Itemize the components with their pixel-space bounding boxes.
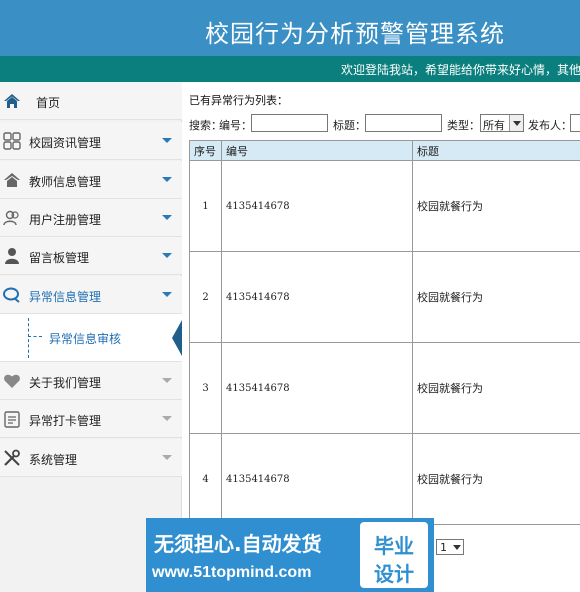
- chevron-down-icon: [162, 138, 172, 143]
- table-row[interactable]: 4 4135414678 校园就餐行为: [189, 433, 580, 525]
- tree-branch: [28, 336, 42, 337]
- type-select[interactable]: 所有: [480, 114, 524, 132]
- sidebar-item-label: 异常打卡管理: [29, 414, 102, 428]
- app-title: 校园行为分析预警管理系统: [205, 20, 505, 48]
- search-label: 搜索：: [189, 119, 222, 132]
- watermark-banner: 无须担心.自动发货 www.51topmind.com 毕业 设计: [146, 518, 434, 592]
- sidebar-item-users[interactable]: 用户注册管理: [0, 199, 182, 237]
- row-code: 4135414678: [221, 160, 413, 252]
- sidebar-item-system[interactable]: 系统管理: [0, 439, 182, 477]
- page-select-value: 1: [440, 541, 447, 554]
- chevron-down-icon: [162, 253, 172, 258]
- sidebar-item-label: 留言板管理: [29, 251, 90, 265]
- sidebar-item-news[interactable]: 校园资讯管理: [0, 122, 182, 160]
- publisher-label: 发布人：: [528, 119, 572, 132]
- row-number: 1: [189, 160, 222, 252]
- type-select-value: 所有: [483, 119, 505, 132]
- sidebar: 首页 校园资讯管理 教师信息管理 用户注册管理 留言板管理 异常信息管理 异常信…: [0, 82, 182, 592]
- column-header: 序号: [189, 140, 222, 161]
- code-label: 编号：: [219, 119, 252, 132]
- chevron-down-icon: [162, 215, 172, 220]
- sidebar-item-label: 用户注册管理: [29, 213, 102, 227]
- watermark-slogan: 无须担心.自动发货: [154, 532, 322, 556]
- chevron-down-icon: [451, 540, 463, 554]
- sidebar-item-label: 关于我们管理: [29, 376, 102, 390]
- row-title: 校园就餐行为: [412, 433, 580, 525]
- chevron-down-icon: [162, 416, 172, 421]
- column-header: 标题: [412, 140, 580, 161]
- watermark-url: www.51topmind.com: [152, 564, 312, 581]
- row-code: 4135414678: [221, 342, 413, 434]
- row-code: 4135414678: [221, 433, 413, 525]
- active-pointer-icon: [172, 320, 182, 356]
- row-code: 4135414678: [221, 251, 413, 343]
- page-select[interactable]: 1: [436, 539, 464, 555]
- grid-icon: [3, 132, 21, 150]
- column-header: 编号: [221, 140, 413, 161]
- sidebar-item-label: 首页: [36, 96, 61, 110]
- heart-icon: [4, 374, 20, 388]
- anomaly-table: 序号 编号 标题 1 4135414678 校园就餐行为 2 413541467…: [189, 140, 580, 525]
- table-header-row: 序号 编号 标题: [189, 140, 580, 161]
- sidebar-item-label: 教师信息管理: [29, 175, 102, 189]
- sidebar-item-home[interactable]: 首页: [0, 82, 182, 120]
- search-bar: 搜索： 编号： 标题： 类型： 所有 发布人：: [189, 114, 580, 134]
- users-icon: [3, 210, 19, 226]
- submenu-anomaly: 异常信息审核: [0, 314, 182, 362]
- sidebar-item-anomaly[interactable]: 异常信息管理: [0, 276, 182, 314]
- title-label: 标题：: [333, 119, 366, 132]
- table-row[interactable]: 2 4135414678 校园就餐行为: [189, 251, 580, 343]
- table-row[interactable]: 3 4135414678 校园就餐行为: [189, 342, 580, 434]
- watermark-badge: 毕业 设计: [360, 522, 428, 588]
- sidebar-item-about[interactable]: 关于我们管理: [0, 362, 182, 400]
- clipboard-icon: [4, 411, 20, 428]
- row-number: 4: [189, 433, 222, 525]
- row-number: 3: [189, 342, 222, 434]
- table-row[interactable]: 1 4135414678 校园就餐行为: [189, 160, 580, 252]
- type-label: 类型：: [447, 119, 480, 132]
- user-icon: [5, 248, 19, 264]
- tree-line: [28, 318, 29, 358]
- welcome-bar: 欢迎登陆我站，希望能给你带来好心情，其他: [0, 56, 580, 82]
- sidebar-item-messages[interactable]: 留言板管理: [0, 237, 182, 275]
- chevron-down-icon: [162, 455, 172, 460]
- submenu-item-anomaly-review[interactable]: 异常信息审核: [49, 330, 121, 347]
- badge-text-top: 毕业: [374, 534, 414, 558]
- sidebar-item-teachers[interactable]: 教师信息管理: [0, 161, 182, 199]
- list-title: 已有异常行为列表：: [189, 94, 288, 107]
- house-icon: [4, 173, 20, 187]
- sidebar-item-checkin[interactable]: 异常打卡管理: [0, 400, 182, 438]
- publisher-input[interactable]: [570, 114, 580, 132]
- row-title: 校园就餐行为: [412, 342, 580, 434]
- sidebar-item-label: 系统管理: [29, 453, 78, 467]
- tools-icon: [4, 449, 20, 466]
- sidebar-item-label: 异常信息管理: [29, 290, 102, 304]
- home-icon: [4, 94, 20, 108]
- welcome-message: 欢迎登陆我站，希望能给你带来好心情，其他: [341, 63, 580, 77]
- title-input[interactable]: [365, 114, 442, 132]
- row-number: 2: [189, 251, 222, 343]
- code-input[interactable]: [251, 114, 328, 132]
- row-title: 校园就餐行为: [412, 251, 580, 343]
- app-header: 校园行为分析预警管理系统: [0, 0, 580, 56]
- main-content: 已有异常行为列表： 搜索： 编号： 标题： 类型： 所有 发布人： 序号 编号 …: [182, 82, 580, 592]
- chevron-down-icon: [509, 115, 523, 131]
- chat-icon: [3, 287, 20, 303]
- sidebar-item-label: 校园资讯管理: [29, 136, 102, 150]
- badge-text-bottom: 设计: [374, 562, 414, 586]
- chevron-down-icon: [162, 177, 172, 182]
- chevron-down-icon: [162, 378, 172, 383]
- row-title: 校园就餐行为: [412, 160, 580, 252]
- chevron-down-icon: [162, 292, 172, 297]
